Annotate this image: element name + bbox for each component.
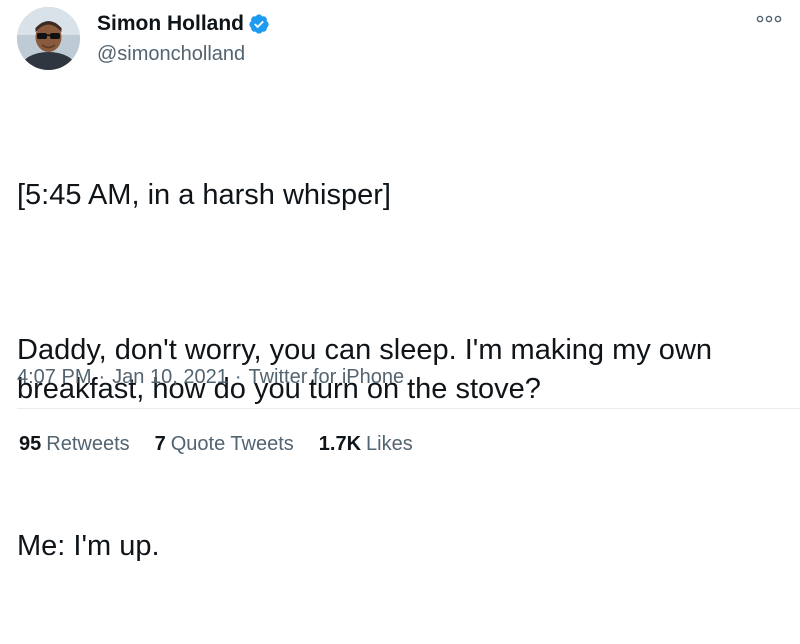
author-display-name[interactable]: Simon Holland [97, 11, 244, 37]
quote-tweets-count: 7 [154, 433, 166, 455]
avatar[interactable] [17, 7, 80, 70]
verified-badge-icon [248, 13, 270, 35]
likes-label: Likes [366, 433, 413, 455]
likes-count: 1.7K [318, 433, 362, 455]
more-horizontal-icon [756, 15, 782, 23]
retweets-count: 95 [19, 433, 42, 455]
quote-tweets-stat[interactable]: 7 Quote Tweets [155, 431, 294, 457]
retweets-label: Retweets [46, 433, 130, 455]
likes-stat[interactable]: 1.7K Likes [319, 431, 413, 457]
author-name-row: Simon Holland [97, 11, 270, 37]
tweet-time[interactable]: 4:07 PM [17, 364, 91, 390]
divider [17, 408, 800, 409]
tweet-date[interactable]: Jan 10, 2021 [112, 364, 228, 390]
tweet-text-line-1: [5:45 AM, in a harsh whisper] [17, 179, 391, 211]
meta-separator: · [234, 366, 242, 388]
tweet-stats: 95 Retweets 7 Quote Tweets 1.7K Likes [19, 431, 438, 457]
quote-tweets-label: Quote Tweets [170, 433, 294, 455]
tweet-source[interactable]: Twitter for iPhone [248, 364, 404, 390]
tweet-meta: 4:07 PM · Jan 10, 2021 · Twitter for iPh… [17, 364, 404, 390]
more-options-button[interactable] [756, 12, 782, 26]
meta-separator: · [98, 366, 106, 388]
avatar-photo [17, 7, 80, 70]
author-handle[interactable]: @simoncholland [97, 42, 245, 66]
tweet-text-line-3: Me: I'm up. [17, 530, 160, 562]
retweets-stat[interactable]: 95 Retweets [19, 431, 130, 457]
